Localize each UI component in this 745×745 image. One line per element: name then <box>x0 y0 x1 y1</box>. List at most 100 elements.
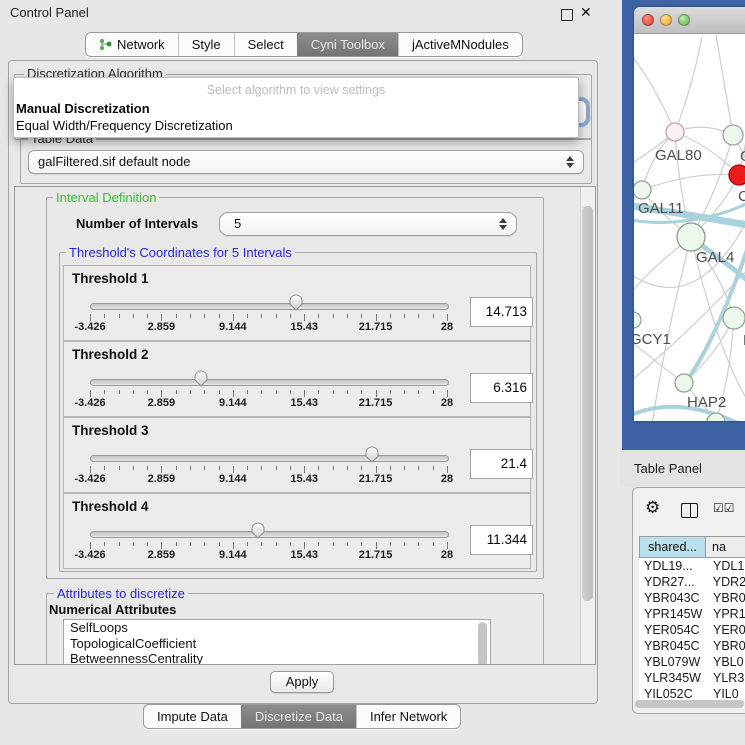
minor-tick <box>276 390 277 394</box>
threshold-panel: Threshold 3-3.4262.8599.14415.4321.71528… <box>63 417 531 493</box>
tab-network[interactable]: Network <box>86 33 178 56</box>
vertical-scrollbar-thumb[interactable] <box>582 206 593 601</box>
table-row[interactable]: YLR345WYLR3 <box>639 670 745 686</box>
slider-track[interactable] <box>90 531 449 538</box>
tab-infer-network[interactable]: Infer Network <box>356 705 460 728</box>
tick-label: 15.43 <box>290 473 318 485</box>
threshold-value-field[interactable]: 6.316 <box>470 373 533 403</box>
tab-style[interactable]: Style <box>178 33 234 56</box>
horizontal-scrollbar-thumb[interactable] <box>635 700 744 708</box>
minor-tick <box>247 390 248 394</box>
attribute-list-item[interactable]: BetweennessCentrality <box>64 651 490 665</box>
minor-tick <box>390 314 391 318</box>
edge[interactable] <box>716 35 733 135</box>
gear-icon[interactable]: ⚙ <box>645 500 660 517</box>
table-row[interactable]: YBR045CYBR0 <box>639 638 745 654</box>
cell-shared-name: YDR27... <box>639 574 706 590</box>
network-node[interactable] <box>723 125 743 145</box>
tab-label: Network <box>117 37 165 52</box>
threshold-value-field[interactable]: 21.4 <box>470 449 533 479</box>
minor-tick <box>204 466 205 470</box>
slider-track[interactable] <box>90 303 449 310</box>
slider-thumb[interactable] <box>250 522 266 539</box>
tab-impute-data[interactable]: Impute Data <box>144 705 241 728</box>
network-node[interactable] <box>634 181 651 199</box>
major-tick <box>90 314 91 321</box>
network-node[interactable] <box>634 312 641 328</box>
edge[interactable] <box>634 51 675 132</box>
table-row[interactable]: YDL19...YDL1 <box>639 558 745 574</box>
tick-label: 2.859 <box>148 473 176 485</box>
minor-tick <box>219 390 220 394</box>
table-row[interactable]: YER054CYER0 <box>639 622 745 638</box>
minor-tick <box>219 542 220 546</box>
column-header-shared[interactable]: shared... <box>639 536 706 558</box>
tick-label: 2.859 <box>148 397 176 409</box>
minor-tick <box>104 390 105 394</box>
popup-option-equal-width[interactable]: Equal Width/Frequency Discretization <box>16 118 233 133</box>
list-scrollbar-thumb[interactable] <box>478 622 487 665</box>
threshold-value-field[interactable]: 14.713 <box>470 297 533 327</box>
network-canvas[interactable]: GAL80GACGAL11GAL4GCY1HHAP2 <box>634 33 745 421</box>
minor-tick <box>276 314 277 318</box>
minor-tick <box>404 390 405 394</box>
minor-tick <box>247 466 248 470</box>
edge[interactable] <box>675 37 702 132</box>
minor-tick <box>190 466 191 470</box>
close-icon[interactable]: ✕ <box>580 4 592 21</box>
major-tick <box>376 390 377 397</box>
minor-tick <box>133 542 134 546</box>
checkbox-icons[interactable]: ☑☑ <box>713 501 735 515</box>
table-row[interactable]: YDR27...YDR2 <box>639 574 745 590</box>
network-node[interactable] <box>729 165 745 185</box>
major-tick <box>447 314 448 321</box>
minor-tick <box>390 542 391 546</box>
tab-cyni-toolbox[interactable]: Cyni Toolbox <box>297 33 398 56</box>
slider-track[interactable] <box>90 455 449 462</box>
numerical-attributes-list[interactable]: SelfLoopsTopologicalCoefficientBetweenne… <box>63 619 491 665</box>
minimize-light-icon[interactable] <box>660 14 672 26</box>
tab-label: Select <box>248 37 284 52</box>
network-window-titlebar[interactable] <box>634 7 745 34</box>
apply-button[interactable]: Apply <box>270 671 334 693</box>
column-header-name[interactable]: na <box>706 536 745 558</box>
cell-name: YLR3 <box>706 670 744 686</box>
split-column-icon[interactable] <box>681 503 698 518</box>
tab-select[interactable]: Select <box>234 33 297 56</box>
slider-thumb[interactable] <box>288 294 304 311</box>
slider-track[interactable] <box>90 379 449 386</box>
tick-label: 9.144 <box>219 397 247 409</box>
threshold-value-field[interactable]: 11.344 <box>470 525 533 555</box>
table-data-combo[interactable]: galFiltered.sif default node <box>28 150 584 174</box>
num-intervals-combo[interactable]: 5 <box>219 212 517 236</box>
tab-discretize-data[interactable]: Discretize Data <box>241 705 356 728</box>
slider-thumb[interactable] <box>193 370 209 387</box>
slider-thumb[interactable] <box>364 446 380 463</box>
popup-option-manual[interactable]: Manual Discretization <box>16 101 150 116</box>
cell-shared-name: YDL19... <box>639 558 706 574</box>
minor-tick <box>318 542 319 546</box>
major-tick <box>161 542 162 549</box>
minor-tick <box>290 390 291 394</box>
node-label: GA <box>740 148 745 165</box>
node-label: GAL4 <box>696 249 734 266</box>
network-node[interactable] <box>723 307 745 329</box>
major-tick <box>161 314 162 321</box>
table-row[interactable]: YBR043CYBR0 <box>639 590 745 606</box>
edge[interactable] <box>642 174 739 190</box>
cell-shared-name: YBR045C <box>639 638 706 654</box>
attribute-list-item[interactable]: SelfLoops <box>64 620 490 636</box>
network-node[interactable] <box>675 374 693 392</box>
network-node[interactable] <box>666 123 684 141</box>
close-light-icon[interactable] <box>642 14 654 26</box>
table-row[interactable]: YPR145WYPR1 <box>639 606 745 622</box>
minor-tick <box>176 542 177 546</box>
tab-jactivemnodules[interactable]: jActiveMNodules <box>398 33 522 56</box>
network-node[interactable] <box>677 223 705 251</box>
minor-tick <box>418 466 419 470</box>
table-row[interactable]: YBL079WYBL0 <box>639 654 745 670</box>
float-window-icon[interactable] <box>561 9 573 21</box>
attribute-list-item[interactable]: TopologicalCoefficient <box>64 636 490 652</box>
minor-tick <box>133 390 134 394</box>
zoom-light-icon[interactable] <box>678 14 690 26</box>
